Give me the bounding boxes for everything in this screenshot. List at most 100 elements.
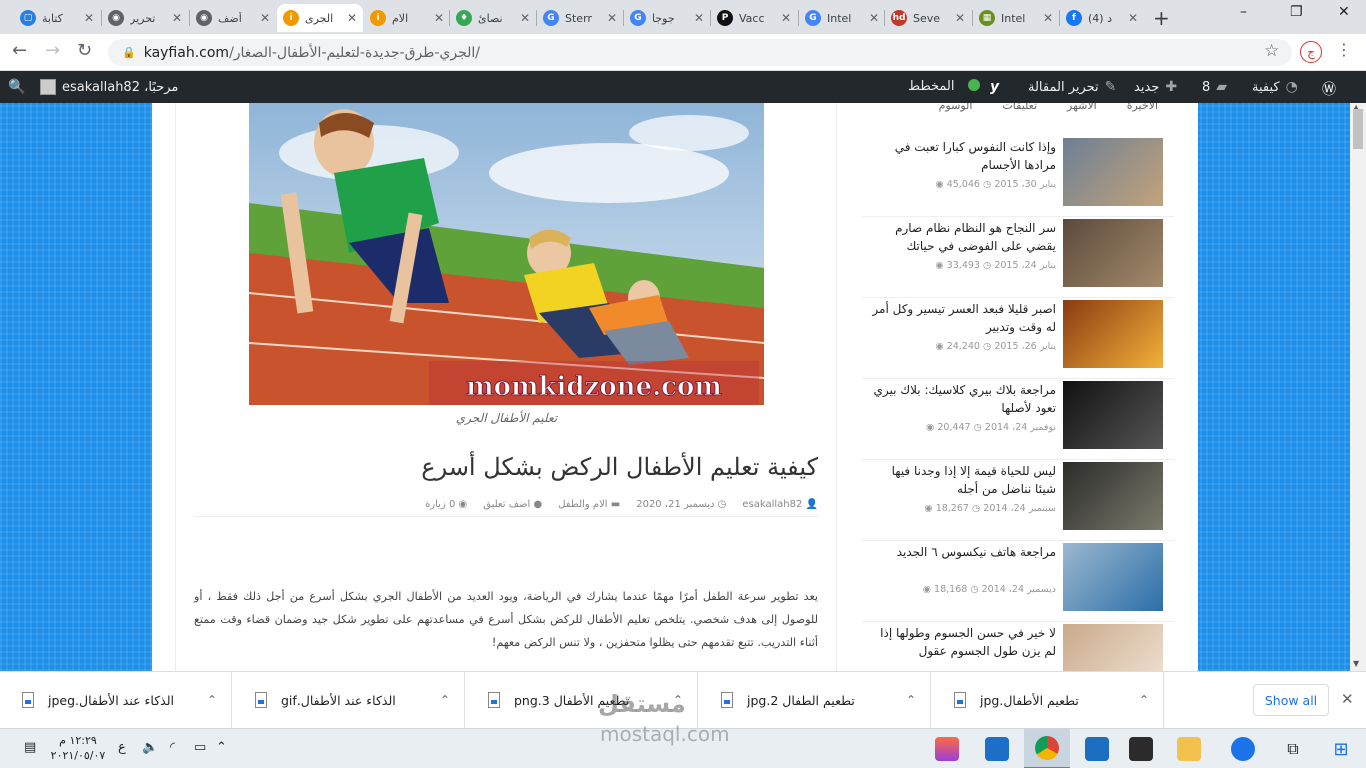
- post-thumbnail[interactable]: [1063, 381, 1163, 449]
- browser-tab[interactable]: G Sterr ✕: [537, 4, 623, 32]
- volume-icon[interactable]: 🔈: [142, 740, 158, 755]
- taskbar-app-edge[interactable]: [1220, 729, 1266, 768]
- browser-tab[interactable]: ♦ نصائ ✕: [450, 4, 536, 32]
- browser-tab[interactable]: ▢ كتابة ✕: [14, 4, 100, 32]
- sidebar-post-title[interactable]: سر النجاح هو النظام نظام صارم يقضي على ا…: [870, 219, 1056, 255]
- sidebar-post-title[interactable]: وإذا كانت النفوس كبارا تعبت في مرادها ال…: [870, 138, 1056, 174]
- tab-close-icon[interactable]: ✕: [520, 11, 530, 25]
- browser-tab[interactable]: G Intel ✕: [799, 4, 885, 32]
- edit-post-menu[interactable]: تحرير المقالة ✎: [1028, 79, 1116, 95]
- taskbar-app-photos[interactable]: [974, 729, 1020, 768]
- tab-close-icon[interactable]: ✕: [84, 11, 94, 25]
- close-downloads-icon[interactable]: ✕: [1341, 690, 1354, 708]
- yoast-icon[interactable]: y: [990, 79, 999, 95]
- post-thumbnail[interactable]: [1063, 624, 1163, 671]
- sidebar-tab[interactable]: الوسوم: [939, 103, 973, 113]
- back-icon[interactable]: ←: [12, 40, 27, 61]
- taskbar-app-paint[interactable]: [924, 729, 970, 768]
- close-window-button[interactable]: ✕: [1338, 4, 1350, 20]
- task-view-icon[interactable]: ⧉: [1270, 729, 1316, 768]
- chevron-up-icon[interactable]: ⌃: [906, 693, 916, 707]
- chevron-up-icon[interactable]: ⌃: [207, 693, 217, 707]
- sidebar-post-title[interactable]: ليس للحياة قيمة إلا إذا وجدنا فيها شيئا …: [870, 462, 1056, 498]
- download-item[interactable]: الذكاء عند الأطفال.gif ⌃: [233, 672, 465, 728]
- post-author[interactable]: 👤 esakallah82: [742, 499, 818, 510]
- sidebar-post-title[interactable]: لا خير في حسن الجسوم وطولها إذا لم يزن ط…: [870, 624, 1056, 660]
- input-language[interactable]: ع: [118, 740, 126, 755]
- bookmark-star-icon[interactable]: ☆: [1264, 41, 1279, 61]
- tab-close-icon[interactable]: ✕: [172, 11, 182, 25]
- tab-close-icon[interactable]: ✕: [869, 11, 879, 25]
- site-name-menu[interactable]: كيفية ◔: [1252, 79, 1298, 95]
- scroll-down-arrow[interactable]: ▼: [1353, 659, 1359, 668]
- taskbar-app-chrome[interactable]: [1024, 729, 1070, 768]
- my-account[interactable]: مرحبًا، esakallah82: [40, 79, 178, 95]
- browser-menu-icon[interactable]: ⋮: [1336, 40, 1352, 59]
- new-tab-button[interactable]: +: [1153, 6, 1170, 30]
- post-comment-link[interactable]: ● اضف تعليق: [483, 499, 542, 510]
- taskbar-app-explorer[interactable]: [1166, 729, 1212, 768]
- tab-close-icon[interactable]: ✕: [781, 11, 791, 25]
- taskbar-app-mail[interactable]: [1074, 729, 1120, 768]
- sidebar-post-item[interactable]: اصبر قليلا فبعد العسر تيسير وكل أمر له و…: [862, 297, 1174, 379]
- tab-close-icon[interactable]: ✕: [694, 11, 704, 25]
- sidebar-tab[interactable]: تعليقات: [1002, 103, 1037, 113]
- tab-close-icon[interactable]: ✕: [434, 11, 444, 25]
- download-item[interactable]: الذكاء عند الأطفال.jpeg ⌃: [0, 672, 232, 728]
- tab-close-icon[interactable]: ✕: [260, 11, 270, 25]
- browser-tab[interactable]: P Vacc ✕: [711, 4, 797, 32]
- browser-tab[interactable]: i الام ✕: [364, 4, 450, 32]
- vertical-scrollbar[interactable]: ▲ ▼: [1350, 103, 1366, 671]
- browser-tab[interactable]: ◉ أضف ✕: [190, 4, 276, 32]
- sidebar-tab[interactable]: الأخيرة: [1127, 103, 1158, 113]
- notification-icon[interactable]: ▤: [24, 740, 36, 755]
- tab-close-icon[interactable]: ✕: [955, 11, 965, 25]
- sidebar-post-item[interactable]: ليس للحياة قيمة إلا إذا وجدنا فيها شيئا …: [862, 459, 1174, 541]
- sidebar-post-title[interactable]: مراجعة هاتف نيكسوس ٦ الجديد: [870, 543, 1056, 561]
- scrollbar-thumb[interactable]: [1353, 109, 1363, 149]
- reload-icon[interactable]: ↻: [77, 40, 92, 61]
- download-item[interactable]: تطعيم الطفال 2.jpg ⌃: [699, 672, 931, 728]
- sidebar-post-item[interactable]: وإذا كانت النفوس كبارا تعبت في مرادها ال…: [862, 135, 1174, 217]
- schema-menu[interactable]: المخطط: [908, 79, 954, 94]
- browser-tab[interactable]: hd Seve ✕: [885, 4, 971, 32]
- post-thumbnail[interactable]: [1063, 543, 1163, 611]
- taskbar-clock[interactable]: ١٢:٢٩ م ٢٠٢١/٠٥/٠٧: [48, 733, 108, 763]
- battery-icon[interactable]: ▭: [194, 740, 206, 755]
- tray-chevron-icon[interactable]: ⌃: [216, 740, 227, 755]
- tab-close-icon[interactable]: ✕: [347, 11, 357, 25]
- chevron-up-icon[interactable]: ⌃: [440, 693, 450, 707]
- show-all-button[interactable]: Show all: [1253, 684, 1329, 716]
- sidebar-post-item[interactable]: مراجعة بلاك بيري كلاسيك: بلاك بيري تعود …: [862, 378, 1174, 460]
- post-thumbnail[interactable]: [1063, 138, 1163, 206]
- post-thumbnail[interactable]: [1063, 462, 1163, 530]
- wifi-icon[interactable]: ◜: [170, 740, 175, 755]
- forward-icon[interactable]: →: [45, 40, 60, 61]
- browser-tab[interactable]: i الجرى ✕: [277, 4, 363, 32]
- comments-menu[interactable]: 8 ▰: [1202, 79, 1227, 95]
- taskbar-app-store[interactable]: [1118, 729, 1164, 768]
- browser-tab[interactable]: f (4) د ✕: [1060, 4, 1144, 32]
- tab-close-icon[interactable]: ✕: [607, 11, 617, 25]
- wordpress-logo-icon[interactable]: Ⓦ: [1322, 79, 1336, 99]
- sidebar-tab[interactable]: الأشهر: [1067, 103, 1097, 113]
- download-item[interactable]: تطعيم الأطفال.jpg ⌃: [932, 672, 1164, 728]
- search-icon[interactable]: 🔍: [8, 79, 25, 95]
- minimize-button[interactable]: –: [1240, 4, 1247, 20]
- start-button[interactable]: ⊞: [1318, 729, 1364, 768]
- sidebar-post-item[interactable]: مراجعة هاتف نيكسوس ٦ الجديد ديسمبر 24، 20…: [862, 540, 1174, 622]
- sidebar-post-item[interactable]: لا خير في حسن الجسوم وطولها إذا لم يزن ط…: [862, 621, 1174, 671]
- sidebar-post-title[interactable]: اصبر قليلا فبعد العسر تيسير وكل أمر له و…: [870, 300, 1056, 336]
- post-thumbnail[interactable]: [1063, 300, 1163, 368]
- address-bar[interactable]: 🔒 kayfiah.com /الجري-طرق-جديدة-لتعليم-ال…: [108, 39, 1292, 66]
- new-content-menu[interactable]: جديد ✚: [1134, 79, 1177, 95]
- browser-tab[interactable]: G جوجا ✕: [624, 4, 710, 32]
- post-thumbnail[interactable]: [1063, 219, 1163, 287]
- seo-status-icon[interactable]: [968, 79, 980, 91]
- post-category[interactable]: ▬ الام والطفل: [558, 499, 620, 510]
- tab-close-icon[interactable]: ✕: [1128, 11, 1138, 25]
- restore-button[interactable]: ❐: [1290, 4, 1303, 20]
- tab-close-icon[interactable]: ✕: [1043, 11, 1053, 25]
- browser-tab[interactable]: ◉ تحرير ✕: [102, 4, 188, 32]
- browser-tab[interactable]: ▦ Intel ✕: [973, 4, 1059, 32]
